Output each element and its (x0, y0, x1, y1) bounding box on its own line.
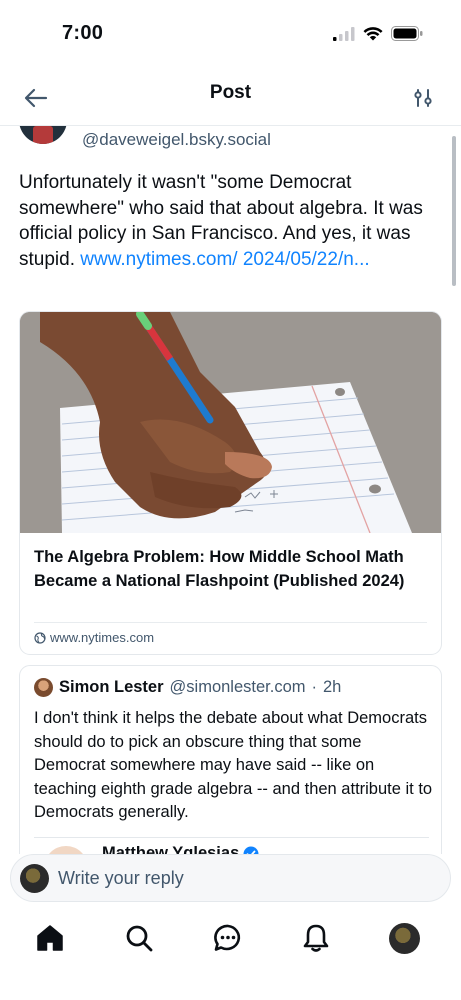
wifi-icon (363, 26, 383, 40)
tab-search[interactable] (121, 920, 157, 956)
quote-timestamp: 2h (323, 678, 342, 696)
profile-avatar (388, 922, 420, 954)
author-handle[interactable]: @daveweigel.bsky.social (82, 130, 271, 150)
chat-icon (214, 924, 241, 951)
thread-content[interactable]: @daveweigel.bsky.social Unfortunately it… (0, 126, 461, 854)
reply-placeholder: Write your reply (58, 868, 184, 888)
scrollbar-thumb[interactable] (452, 136, 456, 286)
status-icons (333, 26, 423, 41)
tab-notifications[interactable] (298, 920, 334, 956)
search-icon (126, 925, 153, 952)
hand-writing-illustration (20, 312, 441, 533)
quoted-post[interactable]: Simon Lester @simonlester.com · 2h I don… (19, 665, 442, 854)
globe-icon (34, 631, 46, 644)
post-author[interactable]: @daveweigel.bsky.social (19, 126, 439, 156)
post-text: Unfortunately it wasn't "some Democrat s… (19, 170, 444, 272)
sliders-icon (414, 89, 432, 107)
quote-separator: · (311, 678, 318, 696)
link-preview-domain: www.nytimes.com (34, 630, 154, 645)
link-preview-card[interactable]: The Algebra Problem: How Middle School M… (19, 311, 442, 655)
battery-icon (391, 26, 423, 41)
post-link[interactable]: www.nytimes.com/ 2024/05/22/n... (80, 249, 369, 270)
verified-badge-icon (243, 846, 259, 854)
nested-author: Matthew Yglesias (102, 844, 259, 854)
quote-author-avatar[interactable] (34, 678, 53, 697)
page-title: Post (209, 82, 252, 103)
link-preview-image (20, 312, 441, 533)
home-icon (37, 925, 63, 951)
tab-profile[interactable] (386, 920, 422, 956)
link-domain-text: www.nytimes.com (50, 630, 155, 645)
reply-input[interactable]: Write your reply (10, 854, 451, 902)
link-preview-title[interactable]: The Algebra Problem: How Middle School M… (34, 545, 429, 593)
tab-chat[interactable] (210, 920, 246, 956)
quote-header: Simon Lester @simonlester.com · 2h (34, 678, 341, 697)
reply-user-avatar (20, 864, 49, 893)
thread-options-button[interactable] (407, 82, 439, 114)
status-time: 7:00 (62, 22, 104, 44)
quote-text: I don't think it helps the debate about … (34, 709, 433, 821)
signal-icon (333, 26, 355, 41)
nested-author-avatar (44, 846, 88, 854)
bell-icon (303, 924, 329, 952)
tab-home[interactable] (32, 920, 68, 956)
bottom-tab-bar (0, 902, 461, 1000)
card-divider (34, 622, 427, 623)
quote-author-name[interactable]: Simon Lester (59, 678, 164, 697)
nested-author-name: Matthew Yglesias (102, 844, 240, 854)
author-avatar[interactable] (19, 126, 67, 144)
nested-quoted-post[interactable]: Matthew Yglesias (34, 837, 429, 854)
status-bar: 7:00 (0, 0, 461, 70)
quote-author-handle[interactable]: @simonlester.com (170, 678, 306, 697)
nav-header: Post (0, 70, 461, 126)
